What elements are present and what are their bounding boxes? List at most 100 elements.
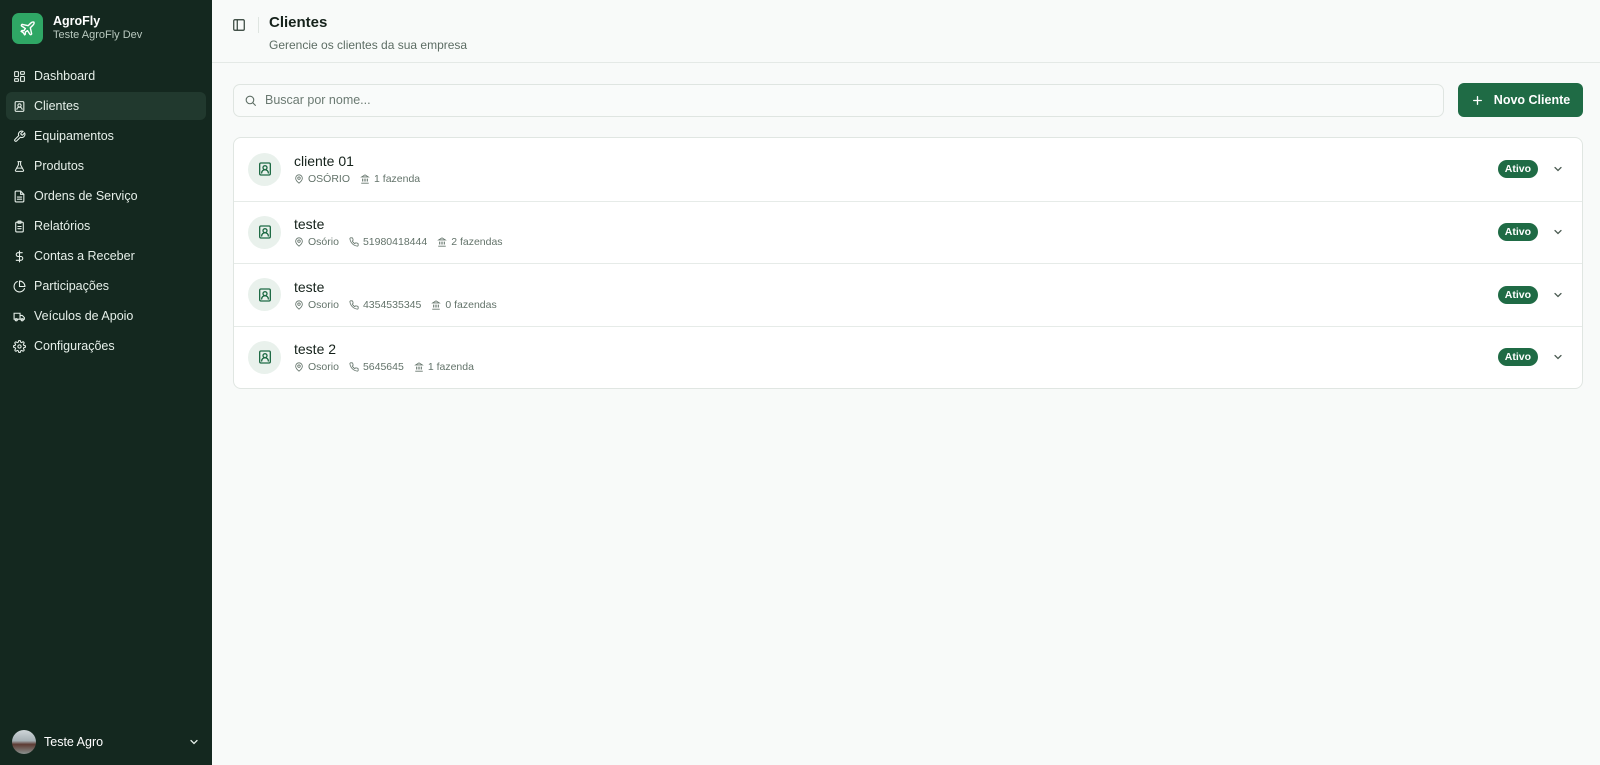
client-phone: 4354535345 <box>362 298 422 311</box>
chevron-down-icon <box>1554 167 1562 172</box>
panel-left-icon <box>233 19 245 31</box>
sidebar-item-relatorios[interactable]: Relatórios <box>6 212 206 240</box>
farm-building-icon <box>360 174 370 184</box>
sidebar-item-participacoes[interactable]: Participações <box>6 272 206 300</box>
expand-row-button[interactable] <box>1548 222 1568 242</box>
sidebar-item-label: Veículos de Apoio <box>34 309 134 323</box>
page-header: Clientes Gerencie os clientes da sua emp… <box>212 0 1600 63</box>
chevron-down-icon <box>190 739 198 745</box>
chevron-down-icon <box>1554 355 1562 360</box>
user-menu[interactable]: Teste Agro <box>0 725 212 765</box>
client-city: OSÓRIO <box>308 173 351 186</box>
client-row[interactable]: teste Osório 51980418444 2 fazendas Ativ… <box>234 200 1582 264</box>
expand-row-button[interactable] <box>1548 347 1568 367</box>
client-phone: 5645645 <box>362 361 404 374</box>
client-row[interactable]: teste Osorio 4354535345 0 fazendas Ativo <box>234 263 1582 326</box>
client-city: Osório <box>308 236 339 249</box>
sidebar-item-veiculos-de-apoio[interactable]: Veículos de Apoio <box>6 302 206 330</box>
clients-section: Novo Cliente cliente 01 OSÓRIO 1 fazenda… <box>212 63 1600 389</box>
expand-row-button[interactable] <box>1548 159 1568 179</box>
farm-building-icon <box>437 237 447 247</box>
contact-icon <box>248 340 281 374</box>
sidebar-item-label: Equipamentos <box>34 129 114 143</box>
client-row[interactable]: cliente 01 OSÓRIO 1 fazenda Ativo <box>234 138 1582 201</box>
status-badge: Ativo <box>1497 160 1538 179</box>
document-icon <box>14 190 25 202</box>
client-farms: 2 fazendas <box>451 236 503 249</box>
phone-icon <box>349 362 359 372</box>
sidebar-item-label: Produtos <box>34 159 85 173</box>
map-pin-icon <box>295 362 303 372</box>
status-badge: Ativo <box>1497 285 1538 304</box>
client-name: cliente 01 <box>294 153 354 170</box>
search-input[interactable] <box>265 93 1433 107</box>
client-name: teste <box>294 216 325 233</box>
map-pin-icon <box>295 300 303 310</box>
status-badge: Ativo <box>1497 223 1538 242</box>
toolbar: Novo Cliente <box>233 83 1583 117</box>
sidebar-toggle-button[interactable] <box>228 14 250 36</box>
farm-building-icon <box>431 300 442 310</box>
new-client-label: Novo Cliente <box>1493 93 1571 107</box>
sidebar-item-label: Dashboard <box>34 69 96 83</box>
client-name: teste <box>294 278 325 295</box>
brand-name: AgroFly <box>53 13 101 28</box>
phone-icon <box>349 300 359 310</box>
brand-subtitle: Teste AgroFly Dev <box>53 29 143 42</box>
dollar-icon <box>15 250 24 262</box>
client-farms: 1 fazenda <box>374 173 421 186</box>
page-subtitle: Gerencie os clientes da sua empresa <box>269 37 468 52</box>
contact-icon <box>14 100 25 112</box>
sidebar-item-clientes[interactable]: Clientes <box>6 92 206 120</box>
contact-icon <box>248 215 281 249</box>
contact-icon <box>248 152 281 186</box>
clipboard-icon <box>15 220 24 232</box>
client-phone: 51980418444 <box>362 236 428 249</box>
sidebar-item-configuracoes[interactable]: Configurações <box>6 332 206 360</box>
header-divider <box>258 17 259 33</box>
client-city: Osorio <box>308 298 339 311</box>
sidebar-item-label: Relatórios <box>34 219 91 233</box>
sidebar-item-label: Participações <box>34 279 110 293</box>
chevron-down-icon <box>1554 292 1562 298</box>
sidebar: AgroFly Teste AgroFly Dev Dashboard Clie… <box>0 0 212 765</box>
map-pin-icon <box>295 237 303 247</box>
client-farms: 1 fazenda <box>427 361 474 374</box>
page-title: Clientes <box>269 14 328 31</box>
brand[interactable]: AgroFly Teste AgroFly Dev <box>0 0 212 54</box>
client-list: cliente 01 OSÓRIO 1 fazenda Ativo teste <box>233 137 1583 389</box>
gear-icon <box>13 339 26 353</box>
sidebar-item-dashboard[interactable]: Dashboard <box>6 62 206 90</box>
sidebar-item-equipamentos[interactable]: Equipamentos <box>6 122 206 150</box>
sidebar-item-ordens-de-servico[interactable]: Ordens de Serviço <box>6 182 206 210</box>
plane-icon <box>12 13 43 44</box>
client-row[interactable]: teste 2 Osorio 5645645 1 fazenda Ativo <box>234 325 1582 389</box>
phone-icon <box>349 237 359 247</box>
user-name: Teste Agro <box>44 735 104 749</box>
dashboard-grid-icon <box>14 70 25 82</box>
wrench-icon <box>14 130 26 142</box>
sidebar-item-produtos[interactable]: Produtos <box>6 152 206 180</box>
avatar <box>12 730 36 754</box>
sidebar-item-label: Ordens de Serviço <box>34 189 138 203</box>
contact-icon <box>248 278 281 312</box>
sidebar-item-label: Contas a Receber <box>34 249 135 263</box>
truck-icon <box>13 312 25 321</box>
main-content: Clientes Gerencie os clientes da sua emp… <box>212 0 1600 765</box>
client-name: teste 2 <box>294 341 337 358</box>
client-farms: 0 fazendas <box>445 298 497 311</box>
plus-icon <box>1472 95 1482 105</box>
sidebar-item-label: Clientes <box>34 99 80 113</box>
status-badge: Ativo <box>1497 348 1538 367</box>
sidebar-item-contas-a-receber[interactable]: Contas a Receber <box>6 242 206 270</box>
new-client-button[interactable]: Novo Cliente <box>1458 83 1583 117</box>
expand-row-button[interactable] <box>1548 285 1568 305</box>
chevron-down-icon <box>1554 230 1562 235</box>
map-pin-icon <box>295 174 303 184</box>
pie-chart-icon <box>13 280 26 292</box>
sidebar-item-label: Configurações <box>34 339 115 353</box>
client-city: Osorio <box>308 361 339 374</box>
farm-building-icon <box>414 362 424 372</box>
search-box <box>233 83 1444 117</box>
search-icon <box>245 95 256 106</box>
